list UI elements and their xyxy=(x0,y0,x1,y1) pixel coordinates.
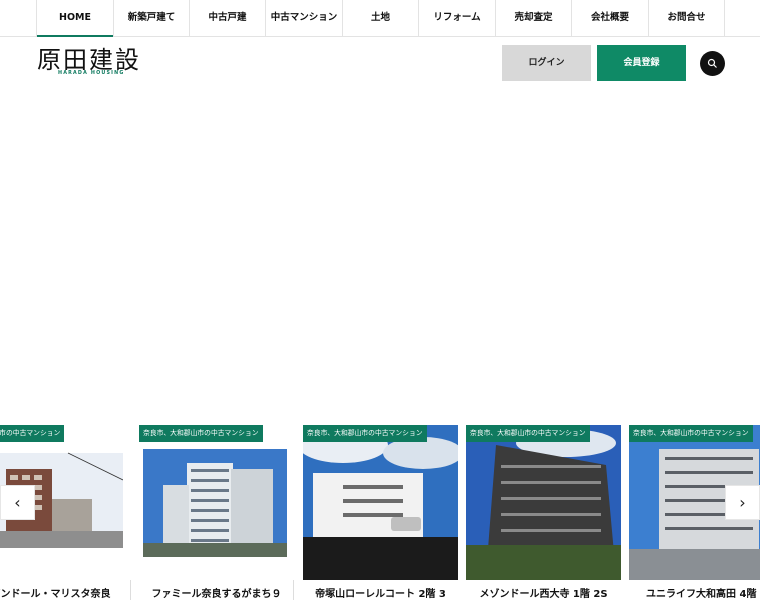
property-card[interactable]: 奈良市、大和郡山市の中古マンション ファミール奈良するがまち９ xyxy=(139,425,294,600)
site-logo[interactable]: 原田建設 HARADA HOUSING xyxy=(37,47,141,76)
property-title: メゾンドール・マリスタ奈良 xyxy=(0,589,111,600)
property-card[interactable]: 奈良市、大和郡山市の中古マンション メゾンドール西大寺 1階 2S xyxy=(466,425,621,600)
nav-land[interactable]: 土地 xyxy=(342,0,418,36)
logo-text: 原田建設 xyxy=(37,46,141,74)
category-badge: 奈良市、大和郡山市の中古マンション xyxy=(629,425,753,442)
property-title: 帝塚山ローレルコート 2階 3 xyxy=(315,589,446,600)
category-badge: 奈良市、大和郡山市の中古マンション xyxy=(303,425,427,442)
nav-home[interactable]: HOME xyxy=(36,0,113,37)
top-nav: HOME 新築戸建て 中古戸建 中古マンション 土地 リフォーム 売却査定 会社… xyxy=(0,0,760,37)
carousel-prev-button[interactable]: ‹ xyxy=(0,485,35,520)
property-photo xyxy=(303,425,458,580)
nav-contact[interactable]: お問合せ xyxy=(648,0,725,36)
chevron-left-icon: ‹ xyxy=(14,493,21,512)
category-badge: 大和郡山市の中古マンション xyxy=(0,425,65,442)
register-button[interactable]: 会員登録 xyxy=(597,45,686,81)
nav-used-condos[interactable]: 中古マンション xyxy=(265,0,342,36)
property-carousel: 大和郡山市の中古マンション メゾンドール・マリスタ奈良 奈良市、大和郡山市の中古… xyxy=(0,425,760,600)
nav-used-homes[interactable]: 中古戸建 xyxy=(189,0,265,36)
carousel-next-button[interactable]: › xyxy=(725,485,760,520)
property-photo xyxy=(139,425,294,580)
category-badge: 奈良市、大和郡山市の中古マンション xyxy=(466,425,590,442)
nav-appraisal[interactable]: 売却査定 xyxy=(495,0,571,36)
property-title: ユニライフ大和高田 4階 3 xyxy=(646,589,760,600)
property-photo xyxy=(466,425,621,580)
search-button[interactable] xyxy=(700,51,725,76)
search-icon xyxy=(707,58,717,68)
nav-reform[interactable]: リフォーム xyxy=(418,0,495,36)
login-button[interactable]: ログイン xyxy=(502,45,591,81)
nav-company[interactable]: 会社概要 xyxy=(571,0,648,36)
nav-new-homes[interactable]: 新築戸建て xyxy=(113,0,189,36)
category-badge: 奈良市、大和郡山市の中古マンション xyxy=(139,425,263,442)
card-divider xyxy=(130,580,131,600)
property-card[interactable]: 奈良市、大和郡山市の中古マンション 帝塚山ローレルコート 2階 3 xyxy=(303,425,458,600)
card-divider xyxy=(293,580,294,600)
chevron-right-icon: › xyxy=(739,493,746,512)
property-title: メゾンドール西大寺 1階 2S xyxy=(479,589,608,600)
property-title: ファミール奈良するがまち９ xyxy=(151,589,282,600)
